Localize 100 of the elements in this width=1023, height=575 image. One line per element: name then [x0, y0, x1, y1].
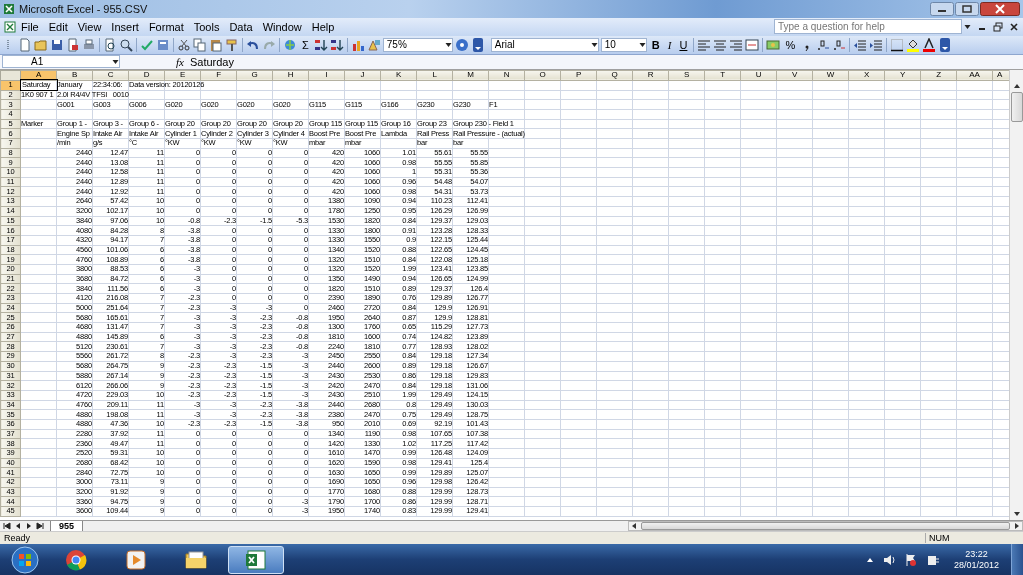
- paintbrush-icon[interactable]: [225, 37, 239, 52]
- column-header[interactable]: A: [992, 70, 1009, 81]
- column-header[interactable]: R: [632, 70, 669, 81]
- help-search-field[interactable]: Type a question for help: [774, 19, 962, 35]
- name-box[interactable]: A1: [2, 55, 120, 69]
- maximize-button[interactable]: [955, 2, 979, 16]
- menu-item[interactable]: Help: [306, 20, 340, 33]
- column-header[interactable]: A: [20, 70, 57, 81]
- column-header[interactable]: AA: [956, 70, 993, 81]
- close-button[interactable]: [980, 2, 1020, 16]
- clipboard-icon[interactable]: [209, 37, 223, 52]
- magnifier-icon[interactable]: [119, 37, 133, 52]
- menu-item[interactable]: Format: [143, 20, 189, 33]
- speaker-icon[interactable]: [881, 552, 896, 567]
- font-size-dropdown[interactable]: 10: [600, 37, 647, 52]
- column-header[interactable]: C: [92, 70, 129, 81]
- menu-item[interactable]: View: [72, 20, 107, 33]
- toolbar-options-icon[interactable]: [470, 37, 485, 52]
- column-header[interactable]: G: [236, 70, 273, 81]
- column-header[interactable]: J: [344, 70, 381, 81]
- vertical-scrollbar[interactable]: [1009, 69, 1023, 521]
- num-lock-indicator: NUM: [925, 533, 989, 543]
- formula-field[interactable]: Saturday: [189, 55, 1021, 68]
- flag-icon[interactable]: [903, 552, 918, 567]
- column-header[interactable]: P: [560, 70, 597, 81]
- fill-bucket-icon[interactable]: [906, 37, 921, 52]
- taskbar-button[interactable]: [228, 545, 284, 574]
- column-header[interactable]: O: [524, 70, 561, 81]
- column-header[interactable]: Z: [920, 70, 957, 81]
- menu-item[interactable]: Insert: [106, 20, 144, 33]
- circle-logo-icon: [64, 547, 88, 572]
- restore-icon[interactable]: [993, 21, 1003, 32]
- new-page-icon[interactable]: [18, 37, 32, 52]
- column-header[interactable]: B: [56, 70, 93, 81]
- font-dropdown[interactable]: Arial: [490, 37, 599, 52]
- column-header[interactable]: V: [776, 70, 813, 81]
- menu-item[interactable]: File: [16, 20, 44, 33]
- align-center-icon[interactable]: [713, 37, 728, 52]
- sort-ascending-icon[interactable]: [313, 37, 328, 52]
- spreadsheet-icon: [3, 3, 15, 15]
- function-button[interactable]: fx: [176, 55, 184, 68]
- menu-item[interactable]: Window: [257, 20, 307, 33]
- align-right-icon[interactable]: [729, 37, 744, 52]
- window-title: Microsoft Excel - 955.CSV: [19, 3, 148, 15]
- toolbar-options-icon[interactable]: [938, 37, 953, 52]
- close-icon[interactable]: [1009, 21, 1019, 32]
- menu-item[interactable]: Tools: [188, 20, 225, 33]
- column-header[interactable]: U: [740, 70, 777, 81]
- italic-button[interactable]: I: [664, 37, 675, 52]
- column-header[interactable]: E: [164, 70, 201, 81]
- bold-button[interactable]: B: [648, 37, 663, 52]
- underline-button[interactable]: U: [676, 37, 691, 52]
- currency-icon[interactable]: [766, 37, 781, 52]
- column-header[interactable]: Y: [884, 70, 921, 81]
- last-sheet-icon[interactable]: [35, 521, 45, 532]
- printer-icon[interactable]: [82, 37, 96, 52]
- column-header[interactable]: N: [488, 70, 525, 81]
- autosum-button[interactable]: Σ: [299, 37, 312, 52]
- column-header[interactable]: W: [812, 70, 849, 81]
- copy-icon[interactable]: [193, 37, 207, 52]
- increase-decimal-icon[interactable]: [816, 37, 831, 52]
- status-text: Ready: [4, 533, 30, 543]
- folder-icon[interactable]: [34, 37, 48, 52]
- scissors-icon[interactable]: [177, 37, 191, 52]
- column-header[interactable]: M: [452, 70, 489, 81]
- clock[interactable]: 23:22 28/01/2012: [945, 548, 1007, 571]
- spreadsheet-icon: [4, 20, 16, 33]
- column-header[interactable]: L: [416, 70, 453, 81]
- column-header[interactable]: Q: [596, 70, 633, 81]
- scroll-thumb[interactable]: [1010, 91, 1023, 122]
- increase-indent-icon[interactable]: [869, 37, 884, 52]
- show-desktop-button[interactable]: [1011, 544, 1023, 575]
- align-left-icon[interactable]: [697, 37, 712, 52]
- drawing-shapes-icon[interactable]: [366, 37, 381, 52]
- horizontal-scrollbar[interactable]: [628, 521, 1023, 532]
- menu-item[interactable]: Edit: [43, 20, 73, 33]
- column-header[interactable]: T: [704, 70, 741, 81]
- minimize-button[interactable]: [930, 2, 954, 16]
- menu-item[interactable]: Data: [224, 20, 258, 33]
- play-icon: [124, 547, 148, 572]
- sort-descending-icon[interactable]: [329, 37, 344, 52]
- start-button[interactable]: [8, 544, 42, 575]
- column-header[interactable]: S: [668, 70, 705, 81]
- print-preview-icon[interactable]: [103, 37, 117, 52]
- column-header[interactable]: X: [848, 70, 885, 81]
- zoom-dropdown[interactable]: 75%: [382, 37, 453, 52]
- column-header[interactable]: H: [272, 70, 309, 81]
- scroll-thumb[interactable]: [641, 522, 1010, 531]
- font-color-icon[interactable]: [922, 37, 937, 52]
- decrease-decimal-icon[interactable]: [832, 37, 847, 52]
- spreadsheet-icon: [244, 547, 268, 572]
- column-header[interactable]: I: [308, 70, 345, 81]
- borders-icon[interactable]: [890, 37, 905, 52]
- decrease-indent-icon[interactable]: [853, 37, 868, 52]
- first-sheet-icon[interactable]: [2, 521, 12, 532]
- merge-center-icon[interactable]: [745, 37, 760, 52]
- column-header[interactable]: K: [380, 70, 417, 81]
- column-header[interactable]: D: [128, 70, 165, 81]
- percent-style-button[interactable]: %: [782, 37, 799, 52]
- column-header[interactable]: F: [200, 70, 237, 81]
